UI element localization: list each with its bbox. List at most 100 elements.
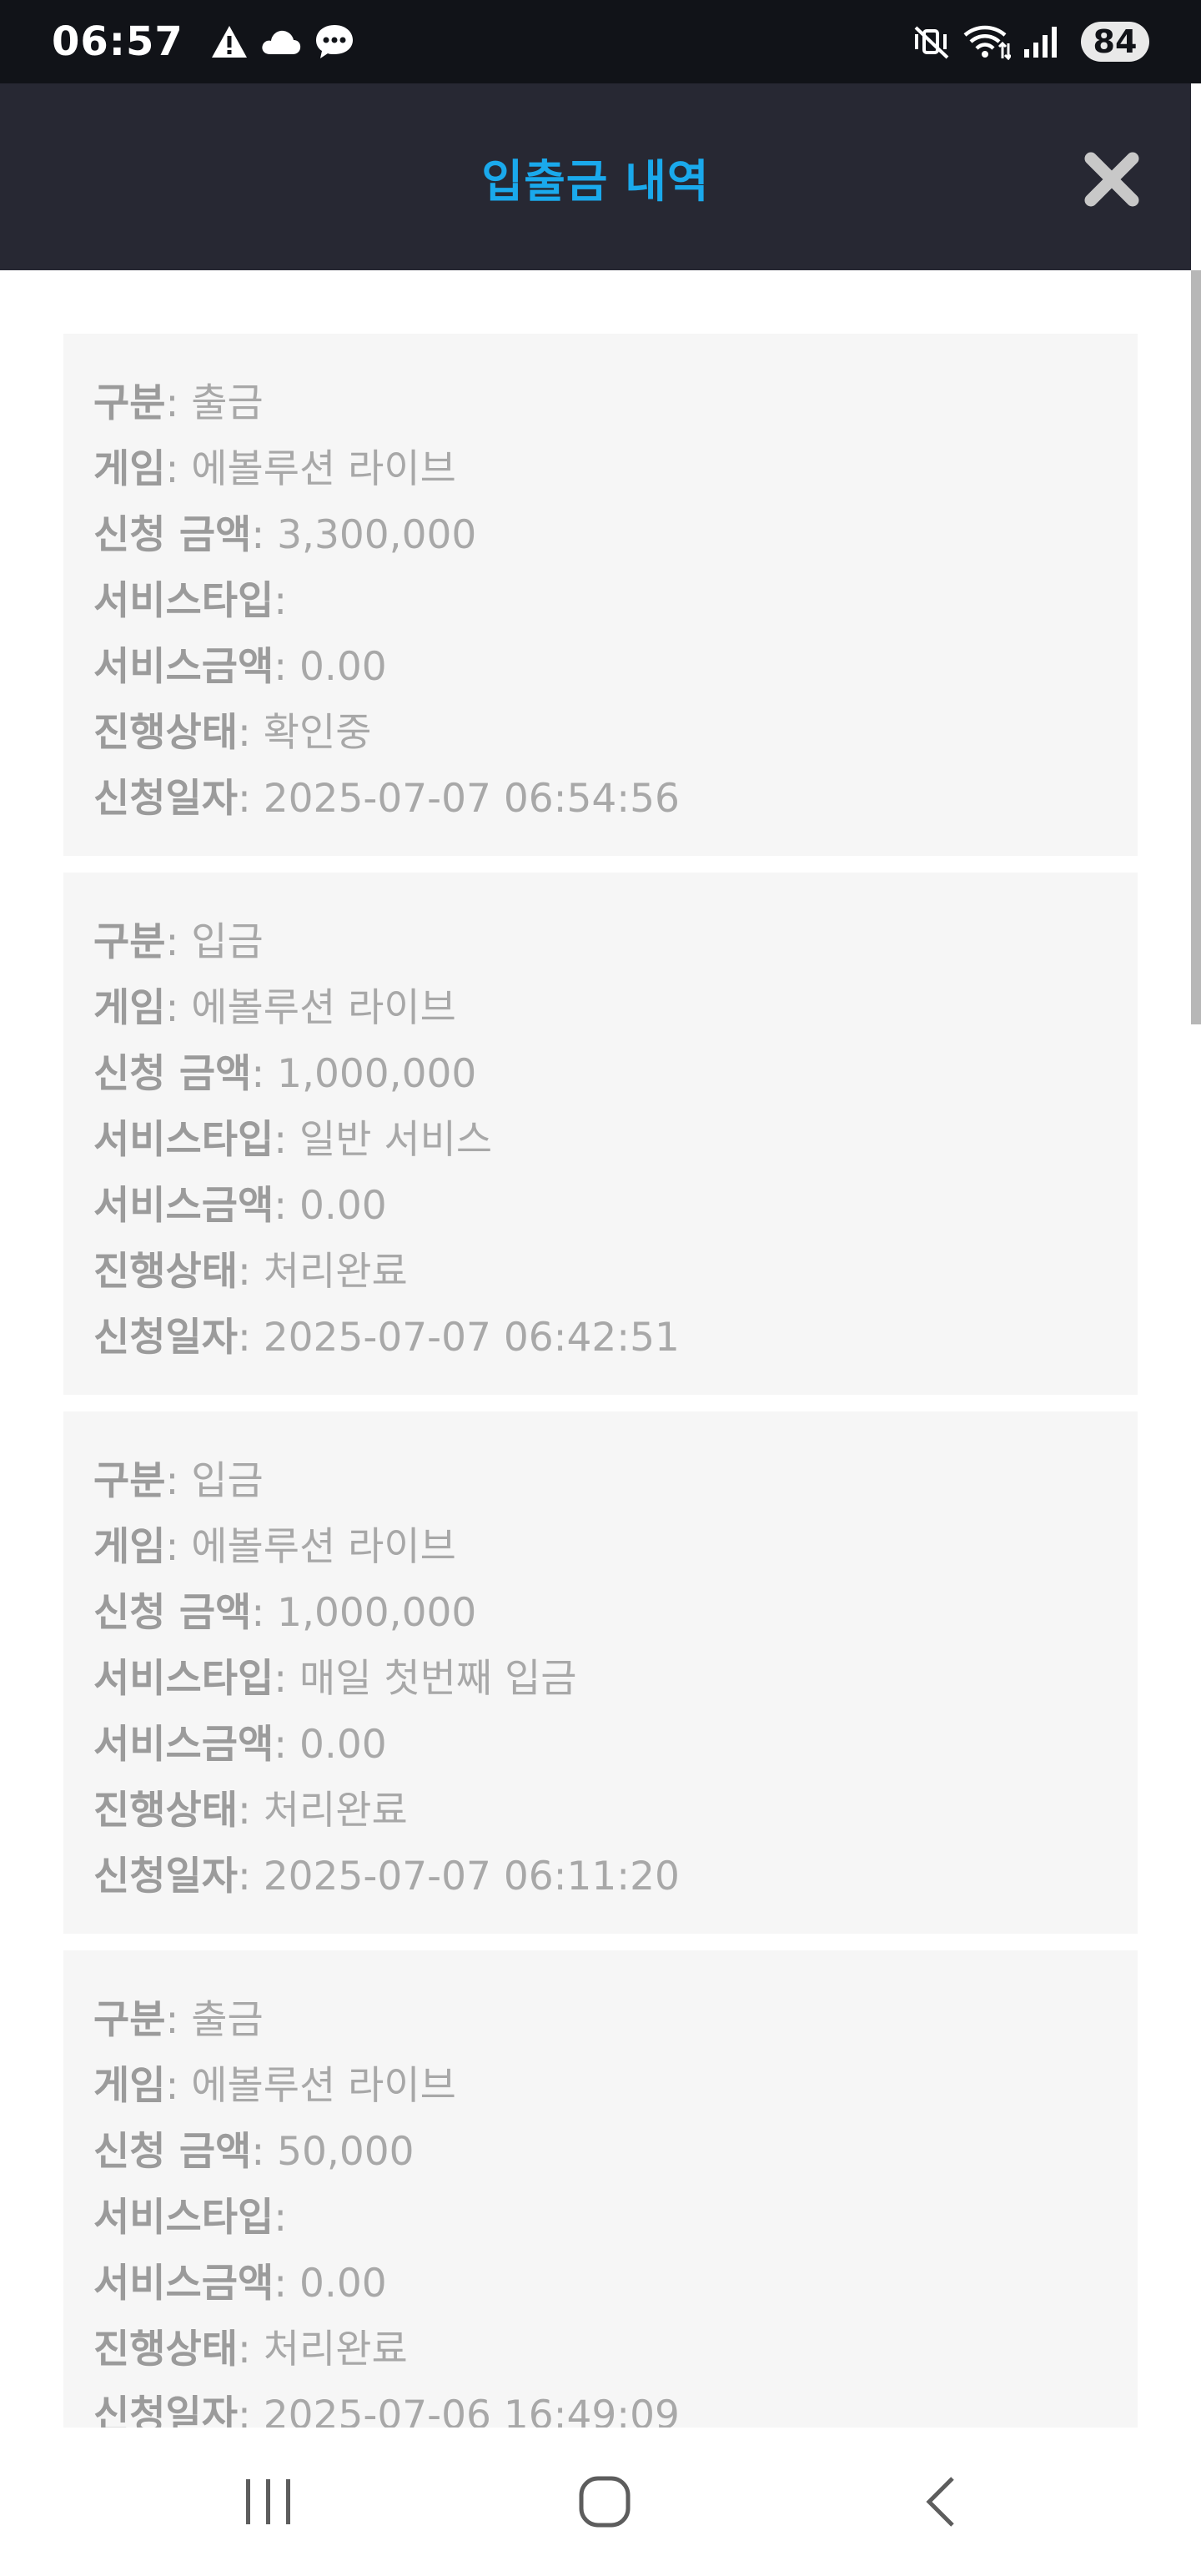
field-value: 처리완료: [263, 2327, 408, 2372]
field-label: 신청일자: [93, 776, 238, 822]
field-label: 진행상태: [93, 1249, 238, 1295]
field-label: 구분: [93, 1997, 166, 2043]
battery-indicator: 84: [1081, 22, 1149, 62]
status-bar: 06:57 84: [0, 0, 1201, 83]
field-date: 신청일자: 2025-07-07 06:54:56: [93, 776, 680, 822]
field-label: 신청 금액: [93, 1051, 252, 1097]
history-card[interactable]: 구분: 출금 게임: 에볼루션 라이브 신청 금액: 3,300,000 서비스…: [63, 334, 1138, 856]
home-icon: [579, 2476, 631, 2528]
field-value: 50,000: [277, 2129, 415, 2175]
field-label: 진행상태: [93, 1788, 238, 1834]
field-service-amount: 서비스금액: 0.00: [93, 2261, 387, 2307]
field-service-amount: 서비스금액: 0.00: [93, 1722, 387, 1768]
field-label: 게임: [93, 446, 166, 492]
field-label: 신청 금액: [93, 2129, 252, 2175]
back-button[interactable]: [895, 2456, 987, 2548]
field-label: 서비스타입: [93, 1117, 274, 1163]
field-label: 서비스타입: [93, 1656, 274, 1702]
field-value: 0.00: [299, 644, 387, 690]
status-time: 06:57: [52, 18, 183, 65]
field-label: 구분: [93, 1458, 166, 1504]
field-label: 서비스금액: [93, 1722, 274, 1768]
field-amount: 신청 금액: 3,300,000: [93, 512, 477, 558]
field-value: 입금: [191, 919, 264, 965]
field-label: 신청일자: [93, 2392, 238, 2428]
field-value: 일반 서비스: [299, 1117, 493, 1163]
field-value: 에볼루션 라이브: [191, 1524, 456, 1570]
field-label: 서비스타입: [93, 578, 274, 624]
field-status: 진행상태: 처리완료: [93, 1788, 408, 1834]
field-service-type: 서비스타입:: [93, 578, 288, 624]
field-label: 신청 금액: [93, 512, 252, 558]
field-game: 게임: 에볼루션 라이브: [93, 985, 456, 1031]
field-value: 2025-07-07 06:54:56: [263, 776, 680, 822]
page-title: 입출금 내역: [481, 154, 710, 208]
field-date: 신청일자: 2025-07-06 16:49:09: [93, 2382, 1108, 2428]
field-service-amount: 서비스금액: 0.00: [93, 1183, 387, 1229]
history-card[interactable]: 구분: 출금 게임: 에볼루션 라이브 신청 금액: 50,000 서비스타입:…: [63, 1950, 1138, 2428]
field-label: 신청일자: [93, 1854, 238, 1899]
field-type: 구분: 출금: [93, 1997, 264, 2043]
recent-apps-button[interactable]: [223, 2456, 314, 2548]
field-value: 3,300,000: [277, 512, 477, 558]
cloud-icon: [260, 28, 302, 56]
scrollbar-thumb[interactable]: [1191, 270, 1201, 1024]
field-label: 서비스금액: [93, 1183, 274, 1229]
field-amount: 신청 금액: 1,000,000: [93, 1051, 477, 1097]
field-value: 입금: [191, 1458, 264, 1504]
field-label: 서비스타입: [93, 2195, 274, 2241]
field-label: 진행상태: [93, 710, 238, 756]
close-icon: [1084, 152, 1139, 207]
field-date: 신청일자: 2025-07-07 06:11:20: [93, 1854, 680, 1899]
field-status: 진행상태: 처리완료: [93, 1249, 408, 1295]
field-value: 2025-07-06 16:49:09: [263, 2392, 680, 2428]
field-game: 게임: 에볼루션 라이브: [93, 2063, 456, 2109]
history-card[interactable]: 구분: 입금 게임: 에볼루션 라이브 신청 금액: 1,000,000 서비스…: [63, 1411, 1138, 1934]
field-value: 1,000,000: [277, 1590, 477, 1636]
field-value: 1,000,000: [277, 1051, 477, 1097]
navigation-bar: [0, 2428, 1201, 2576]
field-type: 구분: 출금: [93, 380, 264, 426]
field-service-type: 서비스타입:: [93, 2195, 288, 2241]
field-label: 게임: [93, 985, 166, 1031]
field-status: 진행상태: 확인중: [93, 710, 372, 756]
field-value: 에볼루션 라이브: [191, 2063, 456, 2109]
field-amount: 신청 금액: 1,000,000: [93, 1590, 477, 1636]
field-value: 출금: [191, 380, 264, 426]
field-value: 2025-07-07 06:42:51: [263, 1315, 680, 1361]
field-date: 신청일자: 2025-07-07 06:42:51: [93, 1315, 680, 1361]
field-status: 진행상태: 처리완료: [93, 2327, 408, 2372]
field-value: 확인중: [263, 710, 372, 756]
status-right: 84: [912, 22, 1149, 62]
field-value: 에볼루션 라이브: [191, 985, 456, 1031]
field-service-amount: 서비스금액: 0.00: [93, 644, 387, 690]
status-left: 06:57: [52, 18, 355, 65]
mute-vibrate-icon: [912, 24, 951, 59]
home-button[interactable]: [559, 2456, 651, 2548]
field-service-type: 서비스타입: 일반 서비스: [93, 1117, 493, 1163]
wifi-icon: [962, 23, 1011, 60]
chat-bubble-icon: [314, 23, 355, 61]
history-card[interactable]: 구분: 입금 게임: 에볼루션 라이브 신청 금액: 1,000,000 서비스…: [63, 873, 1138, 1395]
field-amount: 신청 금액: 50,000: [93, 2129, 415, 2175]
signal-icon: [1023, 24, 1061, 59]
field-service-type: 서비스타입: 매일 첫번째 입금: [93, 1656, 577, 1702]
history-list[interactable]: 구분: 출금 게임: 에볼루션 라이브 신청 금액: 3,300,000 서비스…: [63, 334, 1138, 2428]
field-type: 구분: 입금: [93, 1458, 264, 1504]
field-value: 0.00: [299, 1183, 387, 1229]
back-icon: [926, 2477, 954, 2527]
recent-apps-icon: [246, 2479, 290, 2524]
field-value: 2025-07-07 06:11:20: [263, 1854, 680, 1899]
close-button[interactable]: [1083, 150, 1141, 209]
field-label: 구분: [93, 380, 166, 426]
field-value: 출금: [191, 1997, 264, 2043]
warning-icon: [210, 24, 249, 59]
field-label: 진행상태: [93, 2327, 238, 2372]
field-label: 서비스금액: [93, 644, 274, 690]
field-value: 0.00: [299, 1722, 387, 1768]
field-value: 에볼루션 라이브: [191, 446, 456, 492]
field-label: 게임: [93, 2063, 166, 2109]
field-game: 게임: 에볼루션 라이브: [93, 446, 456, 492]
field-label: 구분: [93, 919, 166, 965]
field-label: 서비스금액: [93, 2261, 274, 2307]
